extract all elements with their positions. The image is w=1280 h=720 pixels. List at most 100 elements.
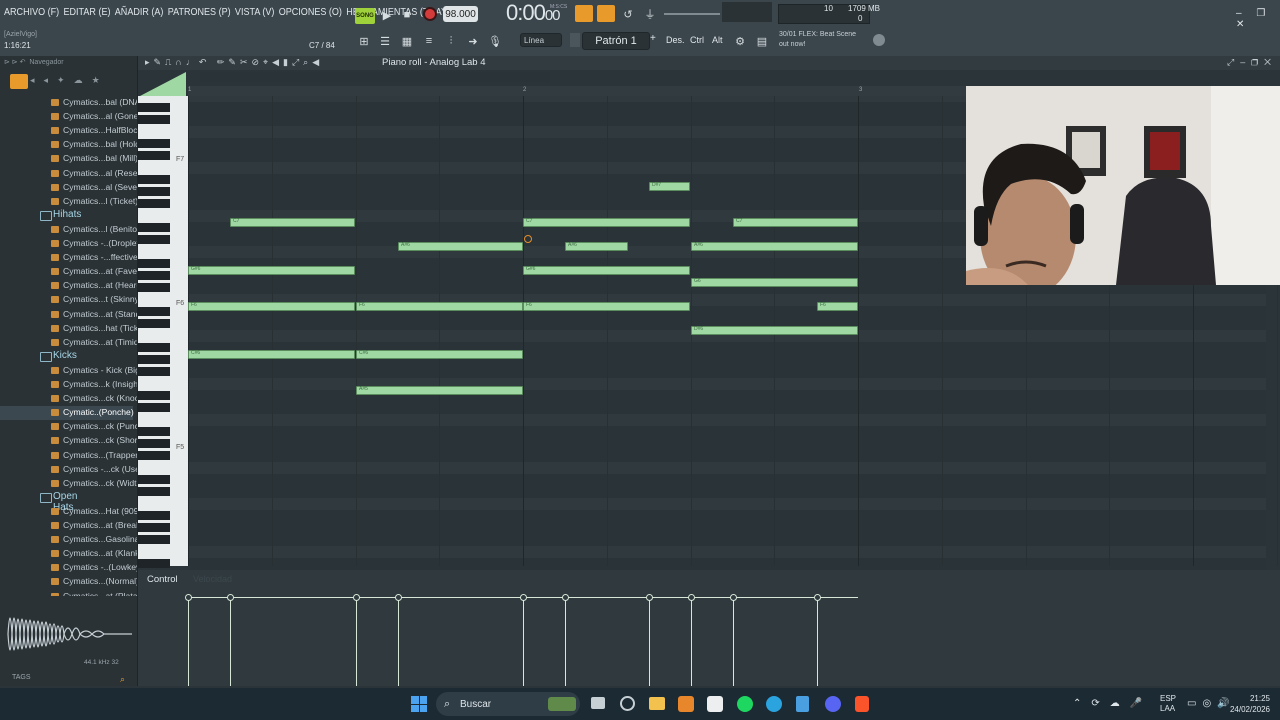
snap-select[interactable]: Línea	[520, 33, 562, 47]
note[interactable]: F6	[817, 302, 858, 311]
chrome-icon[interactable]	[620, 696, 635, 711]
black-key[interactable]	[138, 199, 170, 208]
browser-file[interactable]: Cymatics...(Trapper)	[0, 449, 137, 463]
black-key[interactable]	[138, 475, 170, 484]
note[interactable]: D#6	[691, 326, 858, 335]
velocity-handle[interactable]	[185, 594, 192, 601]
note[interactable]: A#6	[691, 242, 858, 251]
menu-editar[interactable]: EDITAR (E)	[63, 6, 110, 18]
capcut-icon[interactable]	[707, 696, 723, 712]
browser-file[interactable]: Cymatics...at (Klank)	[0, 547, 137, 561]
browser-file[interactable]: Cymatics...l (Benito)	[0, 223, 137, 237]
velocity-handle[interactable]	[520, 594, 527, 601]
browser-file[interactable]: Cymatics...ck (Punch)	[0, 420, 137, 434]
browser-file[interactable]: Cymatics...Hat (909)	[0, 505, 137, 519]
black-key[interactable]	[138, 511, 170, 520]
browser-file[interactable]: Cymatics...t (Skinny)	[0, 293, 137, 307]
browser-file[interactable]: Cymatics -...ck (User)	[0, 463, 137, 477]
note[interactable]: F6	[356, 302, 523, 311]
browser-file[interactable]: Cymatics...ck (Knock)	[0, 392, 137, 406]
pattern-prev-arrow[interactable]	[570, 33, 580, 47]
black-key[interactable]	[138, 523, 170, 532]
pianoroll-tools-icons[interactable]: ▸✎⎍∩♩↶ ✏✎✂⊘⌖◀▮⤢⌕◀	[145, 57, 323, 68]
record-icon[interactable]	[423, 7, 437, 21]
windows-start-icon[interactable]	[411, 696, 427, 712]
play-icon[interactable]: ▶	[378, 6, 396, 24]
mixer-icon[interactable]: ⫶	[442, 32, 460, 50]
velocity-bar[interactable]	[398, 598, 399, 686]
note[interactable]: F6	[188, 302, 355, 311]
velocity-handle[interactable]	[353, 594, 360, 601]
event-editor[interactable]	[138, 570, 1280, 686]
velocity-bar[interactable]	[523, 598, 524, 686]
note[interactable]: C#6	[188, 350, 355, 359]
file-explorer-icon[interactable]	[649, 697, 665, 710]
velocity-bar[interactable]	[691, 598, 692, 686]
ctrl-button[interactable]: Ctrl	[690, 35, 704, 45]
piano-keyboard[interactable]: F7 F6 F5	[138, 96, 188, 568]
add-pattern-icon[interactable]: +	[650, 33, 660, 47]
browser-file[interactable]: Cymatics -..(Droplet)	[0, 237, 137, 251]
velocity-handle[interactable]	[227, 594, 234, 601]
black-key[interactable]	[138, 175, 170, 184]
note[interactable]: A#5	[356, 386, 523, 395]
velocity-bar[interactable]	[356, 598, 357, 686]
browser-file[interactable]: Cymatics...at (Break)	[0, 519, 137, 533]
black-key[interactable]	[138, 103, 170, 112]
black-key[interactable]	[138, 391, 170, 400]
browser-file[interactable]: Cymatics...l (Ticket)	[0, 195, 137, 209]
metronome-icon[interactable]: ⏚	[641, 5, 659, 23]
browser-file[interactable]: Cymatics -...ffective)	[0, 251, 137, 265]
black-key[interactable]	[138, 355, 170, 364]
pattern-overview[interactable]	[200, 72, 550, 82]
menu-archivo[interactable]: ARCHIVO (F)	[4, 6, 59, 18]
black-key[interactable]	[138, 439, 170, 448]
note[interactable]: C#6	[356, 350, 523, 359]
note[interactable]: D#7	[649, 182, 690, 191]
browser-filter-icons[interactable]: ◂◂✦☁★	[30, 75, 109, 86]
browser-file[interactable]: Cymatics - Kick (Big)	[0, 364, 137, 378]
velocity-bar[interactable]	[188, 598, 189, 686]
brave-icon[interactable]	[855, 696, 869, 712]
pattern-mode-icon[interactable]	[575, 5, 593, 22]
black-key[interactable]	[138, 403, 170, 412]
note[interactable]: F6	[523, 302, 690, 311]
black-key[interactable]	[138, 223, 170, 232]
tags-label[interactable]: TAGS	[12, 674, 31, 681]
song-mode-button[interactable]: SONG	[355, 8, 375, 24]
velocity-handle[interactable]	[395, 594, 402, 601]
browser-file[interactable]: Cymatics...at (Favela)	[0, 265, 137, 279]
black-key[interactable]	[138, 427, 170, 436]
black-key[interactable]	[138, 367, 170, 376]
des-button[interactable]: Des.	[666, 35, 685, 45]
black-key[interactable]	[138, 283, 170, 292]
browser-file[interactable]: Cymatics...bal (DNA)	[0, 96, 137, 110]
note[interactable]: C7	[523, 218, 690, 227]
note[interactable]: G#6	[188, 266, 355, 275]
menu-opciones[interactable]: OPCIONES (O)	[279, 6, 342, 18]
playlist-icon[interactable]: ⊞	[355, 32, 373, 50]
browser-file[interactable]: Cymatics...at (Heard)	[0, 279, 137, 293]
notepad-icon[interactable]	[796, 696, 809, 712]
black-key[interactable]	[138, 487, 170, 496]
alt-button[interactable]: Alt	[712, 35, 723, 45]
step-edit-icon[interactable]	[597, 5, 615, 22]
master-volume-slider[interactable]	[664, 13, 720, 15]
browser-file[interactable]: Cymatics...(Normal)	[0, 575, 137, 589]
black-key[interactable]	[138, 259, 170, 268]
news-icon[interactable]: ▤	[753, 32, 771, 50]
browser-all-icon[interactable]	[10, 74, 28, 89]
spotify-icon[interactable]	[737, 696, 753, 712]
window-controls-icon[interactable]: – ❐ ✕	[1236, 8, 1280, 30]
note[interactable]: G6	[691, 278, 858, 287]
browser-file[interactable]: Cymatics...al (Goner)	[0, 110, 137, 124]
browser-file[interactable]: Cymatics -..(Lowkey)	[0, 561, 137, 575]
velocity-handle[interactable]	[562, 594, 569, 601]
browser-file[interactable]: Cymatic..(Ponche)	[0, 406, 134, 421]
pattern-select[interactable]: Patrón 1	[582, 32, 650, 50]
black-key[interactable]	[138, 115, 170, 124]
black-key[interactable]	[138, 307, 170, 316]
note[interactable]: A#6	[398, 242, 523, 251]
piano-roll-icon[interactable]: ▦	[398, 32, 416, 50]
velocity-bar[interactable]	[230, 598, 231, 686]
